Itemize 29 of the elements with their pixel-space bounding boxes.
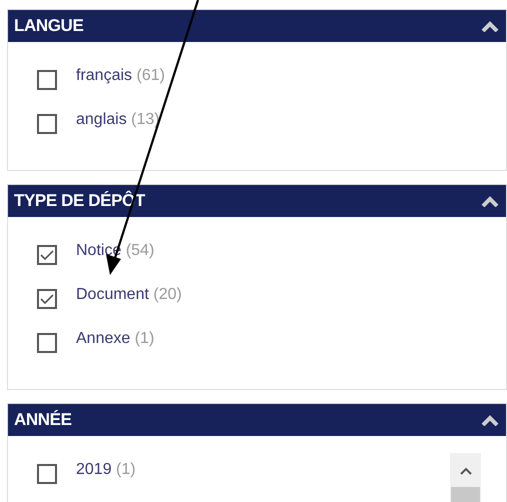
check-icon [40,293,54,305]
panel-title: TYPE DE DÉPÔT [14,191,145,211]
checkbox[interactable] [37,289,57,309]
scroll-up-icon[interactable] [460,467,472,475]
caret-up-icon[interactable] [481,196,499,206]
checkbox[interactable] [37,333,57,353]
panel-title: LANGUE [14,16,84,36]
checkbox[interactable] [37,245,57,265]
panel-header[interactable]: LANGUE [8,9,506,42]
option-count: (1) [116,461,136,478]
panel-header[interactable]: ANNÉE [8,403,506,436]
option-label[interactable]: anglais [76,111,127,128]
option-count: (13) [131,111,160,128]
option-label[interactable]: Annexe [76,330,130,347]
checkbox[interactable] [37,114,57,134]
checkbox[interactable] [37,70,57,90]
option-label[interactable]: 2019 [76,461,112,478]
option-count: (1) [134,330,154,347]
panel-title: ANNÉE [14,410,72,430]
option-label[interactable]: Document [76,286,149,303]
caret-up-icon[interactable] [481,20,499,32]
panel-header[interactable]: TYPE DE DÉPÔT [8,184,506,217]
option-count: (54) [126,242,154,259]
option-count: (61) [136,67,165,84]
option-count: (20) [153,286,182,303]
checkbox[interactable] [37,464,57,484]
option-label[interactable]: français [76,67,132,84]
caret-up-icon[interactable] [481,414,499,426]
check-icon [40,249,54,261]
